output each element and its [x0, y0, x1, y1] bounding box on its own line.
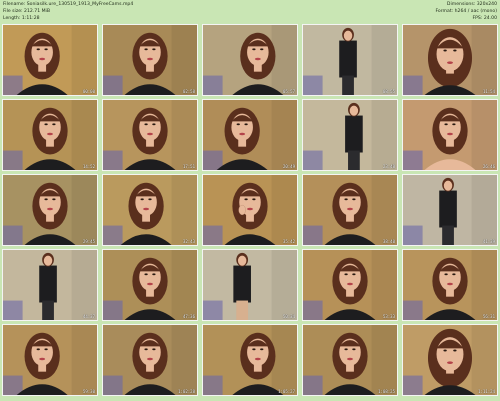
thumbnail-frame — [303, 100, 397, 170]
length-label: Length: 1:11:28 — [3, 16, 40, 21]
thumbnail-frame — [403, 100, 497, 170]
thumbnail-timestamp: 59:30 — [82, 389, 95, 394]
thumbnail-frame — [3, 250, 97, 320]
thumbnail-frame — [403, 325, 497, 395]
video-thumbnail[interactable]: 02:58 — [102, 24, 198, 96]
fps-label: FPS: 24.00 — [472, 16, 498, 21]
video-thumbnail[interactable]: 1:05:27 — [202, 324, 298, 396]
video-thumbnail[interactable]: 14:52 — [2, 99, 98, 171]
thumbnail-frame — [103, 325, 197, 395]
video-thumbnail[interactable]: 26:46 — [402, 99, 498, 171]
video-thumbnail[interactable]: 20:49 — [202, 99, 298, 171]
info-left: Filename: Soniasilk.ure_130519_1913_MyFr… — [3, 1, 133, 22]
thumbnail-timestamp: 20:49 — [282, 164, 295, 169]
video-thumbnail[interactable]: 38:40 — [302, 174, 398, 246]
thumbnail-timestamp: 47:36 — [182, 314, 195, 319]
thumbnail-timestamp: 26:46 — [482, 164, 495, 169]
format-label: Format: h264 / aac (mono) — [435, 9, 497, 14]
video-thumbnail[interactable]: 32:43 — [102, 174, 198, 246]
video-thumbnail[interactable]: 56:31 — [402, 249, 498, 321]
video-thumbnail[interactable]: 1:08:25 — [302, 324, 398, 396]
thumbnail-timestamp: 14:52 — [82, 164, 95, 169]
filesize-label: File size: 212.71 MiB — [3, 9, 50, 14]
thumbnail-timestamp: 56:31 — [482, 314, 495, 319]
video-thumbnail[interactable]: 47:36 — [102, 249, 198, 321]
thumbnail-frame — [403, 25, 497, 95]
thumbnail-timestamp: 08:55 — [382, 89, 395, 94]
thumbnail-frame — [103, 25, 197, 95]
thumbnail-timestamp: 32:43 — [182, 239, 195, 244]
thumbnail-timestamp: 41:39 — [482, 239, 495, 244]
thumbnail-timestamp: 02:58 — [182, 89, 195, 94]
thumbnail-timestamp: 29:45 — [82, 239, 95, 244]
thumbnail-frame — [303, 325, 397, 395]
thumbnail-timestamp: 35:42 — [282, 239, 295, 244]
thumbnail-frame — [203, 250, 297, 320]
thumbnail-timestamp: 1:02:28 — [178, 389, 195, 394]
video-thumbnail[interactable]: 50:34 — [202, 249, 298, 321]
video-thumbnail[interactable]: 11:54 — [402, 24, 498, 96]
video-thumbnail[interactable]: 17:51 — [102, 99, 198, 171]
thumbnail-frame — [3, 25, 97, 95]
thumbnail-frame — [3, 100, 97, 170]
video-thumbnail[interactable]: 08:55 — [302, 24, 398, 96]
video-thumbnail[interactable]: 05:57 — [202, 24, 298, 96]
thumbnail-timestamp: 1:05:27 — [278, 389, 295, 394]
thumbnail-timestamp: 44:37 — [82, 314, 95, 319]
thumbnail-frame — [3, 325, 97, 395]
thumbnail-frame — [103, 100, 197, 170]
thumbnail-frame — [403, 175, 497, 245]
video-thumbnail[interactable]: 29:45 — [2, 174, 98, 246]
thumbnail-timestamp: 17:51 — [182, 164, 195, 169]
video-thumbnail[interactable]: 1:11:24 — [402, 324, 498, 396]
thumbnail-timestamp: 38:40 — [382, 239, 395, 244]
info-header: Filename: Soniasilk.ure_130519_1913_MyFr… — [0, 0, 500, 22]
thumbnail-frame — [203, 325, 297, 395]
thumbnail-frame — [203, 25, 297, 95]
video-thumbnail[interactable]: 59:30 — [2, 324, 98, 396]
thumbnail-timestamp: 05:57 — [282, 89, 295, 94]
filename-label: Filename: Soniasilk.ure_130519_1913_MyFr… — [3, 2, 134, 7]
thumbnail-timestamp: 23:48 — [382, 164, 395, 169]
thumbnail-frame — [103, 175, 197, 245]
thumbnail-timestamp: 00:00 — [82, 89, 95, 94]
thumbnail-timestamp: 1:11:24 — [478, 389, 495, 394]
thumbnail-frame — [303, 250, 397, 320]
video-thumbnail[interactable]: 41:39 — [402, 174, 498, 246]
video-thumbnail[interactable]: 1:02:28 — [102, 324, 198, 396]
info-right: Dimensions: 320x240 Format: h264 / aac (… — [435, 1, 497, 22]
thumbnail-grid: 00:00 02:58 05:57 08:55 11:54 14:52 17:51 20:49… — [2, 24, 498, 396]
thumbnail-timestamp: 11:54 — [482, 89, 495, 94]
video-thumbnail[interactable]: 44:37 — [2, 249, 98, 321]
thumbnail-timestamp: 53:33 — [382, 314, 395, 319]
thumbnail-timestamp: 50:34 — [282, 314, 295, 319]
video-thumbnail[interactable]: 35:42 — [202, 174, 298, 246]
thumbnail-frame — [203, 100, 297, 170]
thumbnail-frame — [403, 250, 497, 320]
video-thumbnail[interactable]: 23:48 — [302, 99, 398, 171]
thumbnail-frame — [303, 175, 397, 245]
video-thumbnail[interactable]: 00:00 — [2, 24, 98, 96]
thumbnail-frame — [203, 175, 297, 245]
thumbnail-timestamp: 1:08:25 — [378, 389, 395, 394]
thumbnail-frame — [303, 25, 397, 95]
video-thumbnail[interactable]: 53:33 — [302, 249, 398, 321]
dimensions-label: Dimensions: 320x240 — [446, 2, 497, 7]
thumbnail-frame — [103, 250, 197, 320]
thumbnail-frame — [3, 175, 97, 245]
